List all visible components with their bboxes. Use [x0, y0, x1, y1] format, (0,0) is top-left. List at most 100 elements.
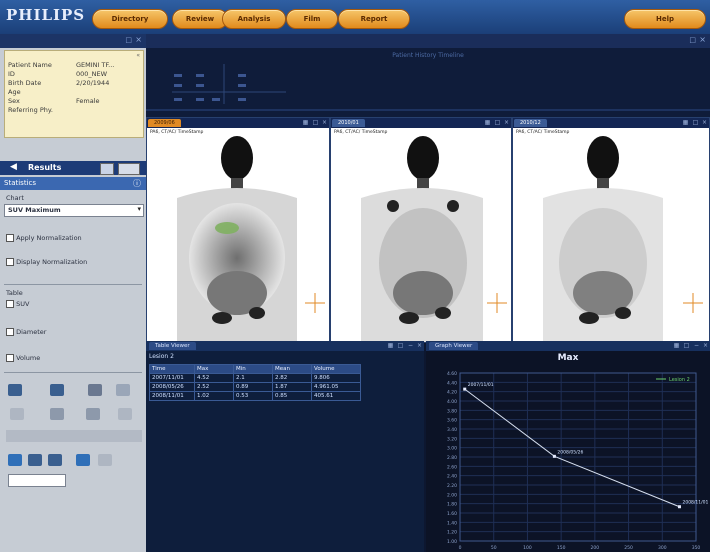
checkbox-icon[interactable] [6, 234, 14, 242]
patient-row: Birth Date 2/20/1944 [8, 79, 110, 87]
table-row[interactable]: 2007/11/01 4.52 2.1 2.82 9.806 [149, 373, 361, 383]
restore-icon[interactable]: □ [397, 342, 404, 349]
y-tick-label: 2.00 [447, 492, 457, 498]
philips-logo: PHILIPS [6, 6, 86, 24]
window-level-icon[interactable] [76, 454, 90, 466]
forward-button[interactable] [118, 163, 140, 175]
results-label: Results [28, 163, 62, 172]
restore-icon[interactable]: □ [683, 342, 690, 349]
patient-row: Age [8, 88, 21, 96]
restore-icon[interactable]: □ [692, 119, 699, 126]
y-tick-label: 4.60 [447, 371, 457, 377]
x-tick-label: 0 [459, 545, 462, 551]
nav-film-button[interactable]: Film [286, 9, 338, 29]
y-tick-label: 3.60 [447, 418, 457, 424]
left-panel: □ × « Patient Name GEMINI TF... ID 000_NEW… [0, 34, 146, 552]
table-row[interactable]: 2008/11/01 1.02 0.53 0.85 405.61 [149, 391, 361, 401]
layout-icon[interactable]: ▦ [682, 119, 689, 126]
apply-normalization-checkbox[interactable]: Apply Normalization [6, 234, 82, 242]
viewport-tab[interactable]: 2010/12 [514, 119, 547, 127]
graph-viewer-panel: Graph Viewer ▦ □ − × Max 4.60 4.40 4.20 4.0… [426, 341, 710, 552]
y-tick-label: 3.00 [447, 446, 457, 452]
redo-icon[interactable] [118, 408, 132, 420]
volume-checkbox[interactable]: Volume [6, 354, 40, 362]
layout-icon[interactable]: ▦ [673, 342, 680, 349]
tool-select[interactable] [8, 474, 66, 487]
y-tick-label: 1.20 [447, 530, 457, 536]
y-tick-label: 3.40 [447, 427, 457, 433]
checkbox-icon[interactable] [6, 300, 14, 308]
viewport-tab[interactable]: 2010/01 [332, 119, 365, 127]
checkbox-icon[interactable] [6, 328, 14, 336]
graph-viewer-header: Graph Viewer ▦ □ − × [426, 341, 710, 351]
restore-icon[interactable]: □ [312, 119, 319, 126]
viewport-3[interactable]: 2010/12 ▦ □ × PA6, CT/AC/ TimeStamp [512, 117, 710, 343]
restore-icon[interactable]: □ [494, 119, 501, 126]
timeline-panel: □ × Patient History Timeline [146, 34, 710, 118]
chart-select[interactable]: SUV Maximum ▾ [4, 204, 144, 217]
results-bar: ◀ Results [0, 161, 146, 175]
table-viewer-tab[interactable]: Table Viewer [149, 342, 196, 350]
close-icon[interactable]: × [135, 35, 142, 44]
measure-icon[interactable] [28, 454, 42, 466]
minimize-icon[interactable]: − [407, 342, 414, 349]
layout-icon[interactable]: ▦ [484, 119, 491, 126]
results-dropdown[interactable] [100, 163, 114, 175]
graph-viewer-tab[interactable]: Graph Viewer [429, 342, 479, 350]
zoom-icon[interactable] [98, 454, 112, 466]
layout-icon[interactable]: ▦ [387, 342, 394, 349]
y-tick-label: 2.60 [447, 464, 457, 470]
disabled-toolbar [6, 430, 142, 442]
x-tick-label: 100 [523, 545, 532, 551]
collapse-icon[interactable]: « [136, 52, 140, 59]
close-icon[interactable]: × [701, 119, 708, 126]
move-icon[interactable] [8, 454, 22, 466]
back-arrow-icon[interactable]: ◀ [10, 162, 17, 172]
y-tick-label: 2.20 [447, 483, 457, 489]
x-tick-label: 200 [591, 545, 600, 551]
viewport-tab[interactable]: 2009/06 [148, 119, 181, 127]
viewport-2[interactable]: 2010/01 ▦ □ × PA6, CT/AC/ TimeStamp [330, 117, 512, 343]
close-icon[interactable]: × [702, 342, 709, 349]
copy-icon[interactable] [50, 408, 64, 420]
pointer-icon[interactable] [86, 408, 100, 420]
suv-checkbox[interactable]: SUV [6, 300, 29, 308]
patient-row: Patient Name GEMINI TF... [8, 61, 115, 69]
statistics-header: Statistics ⓘ [0, 177, 146, 190]
table-header-row: Time Max Min Mean Volume [149, 364, 361, 374]
export-icon[interactable] [50, 384, 64, 396]
checkbox-icon[interactable] [6, 354, 14, 362]
viewport-1[interactable]: 2009/06 ▦ □ × PA6, CT/AC/ TimeStamp [146, 117, 330, 343]
close-icon[interactable]: × [699, 35, 706, 44]
viewport-header: 2010/01 ▦ □ × [331, 118, 511, 128]
y-tick-label: 3.20 [447, 436, 457, 442]
display-normalization-checkbox[interactable]: Display Normalization [6, 258, 87, 266]
close-icon[interactable]: × [321, 119, 328, 126]
print-icon[interactable] [116, 384, 130, 396]
diameter-checkbox[interactable]: Diameter [6, 328, 46, 336]
table-row[interactable]: 2008/05/26 2.52 0.89 1.87 4.961.05 [149, 382, 361, 392]
save-icon[interactable] [8, 384, 22, 396]
data-point [677, 505, 681, 509]
undo-icon[interactable] [10, 408, 24, 420]
layout-icon[interactable]: ▦ [302, 119, 309, 126]
y-tick-label: 4.20 [447, 390, 457, 396]
nav-directory-button[interactable]: Directory [92, 9, 168, 29]
x-tick-label: 50 [491, 545, 497, 551]
patient-info-card: « Patient Name GEMINI TF... ID 000_NEW Bir… [4, 50, 144, 138]
help-button[interactable]: Help [624, 9, 706, 29]
checkbox-icon[interactable] [6, 258, 14, 266]
camera-icon[interactable] [88, 384, 102, 396]
viewport-header: 2009/06 ▦ □ × [147, 118, 329, 128]
y-tick-label: 4.40 [447, 380, 457, 386]
nav-analysis-button[interactable]: Analysis [222, 9, 286, 29]
minimize-icon[interactable]: − [693, 342, 700, 349]
close-icon[interactable]: × [416, 342, 423, 349]
close-icon[interactable]: × [503, 119, 510, 126]
nav-review-button[interactable]: Review [172, 9, 228, 29]
roi-icon[interactable] [48, 454, 62, 466]
info-icon[interactable]: ⓘ [133, 178, 141, 189]
restore-icon[interactable]: □ [125, 36, 132, 44]
nav-report-button[interactable]: Report [338, 9, 410, 29]
restore-icon[interactable]: □ [689, 36, 696, 44]
